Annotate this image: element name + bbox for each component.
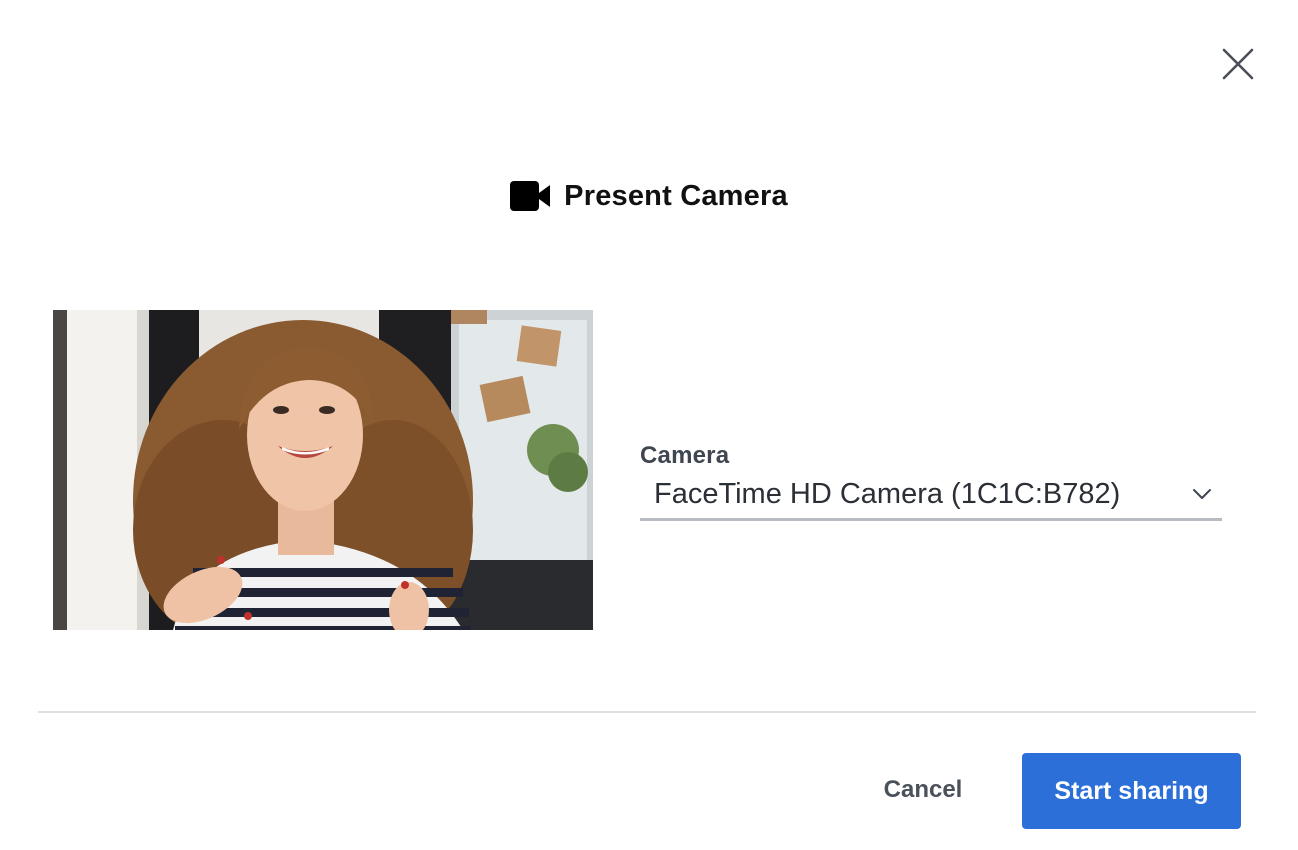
present-camera-dialog: Present Camera Camera FaceTime HD Camera…: [0, 0, 1298, 850]
video-camera-icon: [510, 181, 551, 211]
footer-divider: [38, 711, 1256, 713]
camera-select-value: FaceTime HD Camera (1C1C:B782): [654, 478, 1121, 510]
start-sharing-button[interactable]: Start sharing: [1022, 753, 1241, 829]
cancel-button[interactable]: Cancel: [862, 758, 984, 822]
camera-label: Camera: [640, 442, 730, 469]
close-button[interactable]: [1214, 40, 1262, 88]
camera-preview: [53, 310, 593, 630]
camera-select[interactable]: FaceTime HD Camera (1C1C:B782): [640, 476, 1222, 521]
dialog-header: Present Camera: [0, 176, 1298, 216]
chevron-down-icon: [1193, 489, 1211, 499]
camera-field: Camera FaceTime HD Camera (1C1C:B782): [640, 442, 1224, 521]
close-icon: [1222, 48, 1254, 80]
dialog-title: Present Camera: [564, 179, 788, 212]
